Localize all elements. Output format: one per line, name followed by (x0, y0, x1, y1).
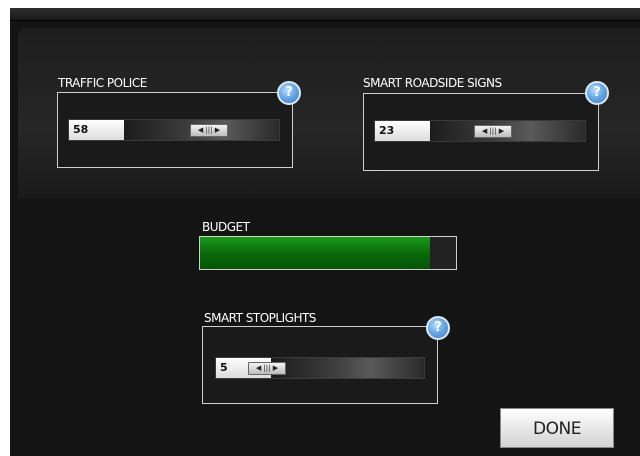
roadside-signs-slider[interactable]: 23 ◀ ||| ▶ (374, 120, 586, 142)
stoplights-label: SMART STOPLIGHTS (204, 311, 316, 325)
roadside-signs-panel: 23 ◀ ||| ▶ (363, 93, 599, 171)
stoplights-slider[interactable]: 5 ◀ ||| ▶ (215, 357, 425, 379)
traffic-police-panel: 58 ◀ ||| ▶ (57, 92, 293, 168)
budget-label: BUDGET (202, 220, 250, 234)
roadside-signs-value: 23 (375, 121, 430, 141)
slider-handle[interactable]: ◀ ||| ▶ (248, 362, 286, 375)
question-mark-icon[interactable]: ? (277, 81, 301, 105)
slider-track[interactable] (271, 358, 424, 378)
slider-handle[interactable]: ◀ ||| ▶ (190, 124, 228, 137)
slider-handle[interactable]: ◀ ||| ▶ (474, 125, 512, 138)
traffic-police-slider[interactable]: 58 ◀ ||| ▶ (68, 119, 280, 141)
traffic-police-label: TRAFFIC POLICE (58, 76, 147, 90)
question-mark-icon[interactable]: ? (426, 316, 450, 340)
roadside-signs-label: SMART ROADSIDE SIGNS (363, 76, 502, 90)
budget-bar (199, 236, 457, 270)
top-bar (10, 8, 640, 21)
stoplights-panel: 5 ◀ ||| ▶ (202, 326, 438, 404)
traffic-police-value: 58 (69, 120, 124, 140)
done-button[interactable]: DONE (500, 408, 614, 448)
question-mark-icon[interactable]: ? (585, 81, 609, 105)
budget-fill (200, 237, 430, 269)
